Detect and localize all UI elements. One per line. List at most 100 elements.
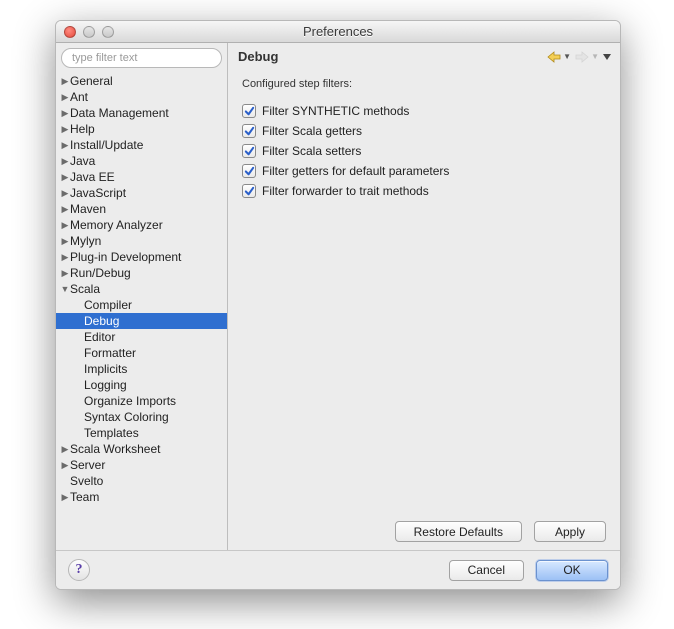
nav-forward-button: ▼ [574,50,600,64]
page-header: Debug ▼ ▼ [228,43,620,68]
disclosure-closed-icon[interactable]: ▶ [60,156,70,167]
split-pane: ▶General▶Ant▶Data Management▶Help▶Instal… [56,43,620,550]
tree-item-label: Implicits [84,362,127,376]
tree-item[interactable]: ▶Plug-in Development [56,249,227,265]
chevron-down-icon: ▼ [591,52,599,61]
disclosure-closed-icon[interactable]: ▶ [60,220,70,231]
minimize-icon[interactable] [83,26,95,38]
disclosure-closed-icon[interactable]: ▶ [60,108,70,119]
local-buttons: Restore Defaults Apply [242,511,606,542]
tree-item[interactable]: ▶Scala Worksheet [56,441,227,457]
tree-item[interactable]: ▶Data Management [56,105,227,121]
ok-button[interactable]: OK [536,560,608,581]
disclosure-closed-icon[interactable]: ▶ [60,76,70,87]
tree-item[interactable]: ▼Scala [56,281,227,297]
tree-item[interactable]: ▶Server [56,457,227,473]
option-row[interactable]: Filter Scala setters [242,144,606,158]
checkbox[interactable] [242,144,256,158]
checkbox[interactable] [242,164,256,178]
tree-item[interactable]: ▶Svelto [56,473,227,489]
tree-item[interactable]: ▶Java [56,153,227,169]
tree-item[interactable]: ▶Run/Debug [56,265,227,281]
option-label: Filter SYNTHETIC methods [262,104,409,118]
tree-item-label: General [70,74,113,88]
tree-item[interactable]: ▶Compiler [56,297,227,313]
tree-item[interactable]: ▶Syntax Coloring [56,409,227,425]
checkbox[interactable] [242,184,256,198]
chevron-down-icon: ▼ [563,52,571,61]
disclosure-closed-icon[interactable]: ▶ [60,140,70,151]
disclosure-closed-icon[interactable]: ▶ [60,492,70,503]
content: ▶General▶Ant▶Data Management▶Help▶Instal… [56,43,620,589]
tree-item-label: Mylyn [70,234,101,248]
option-row[interactable]: Filter Scala getters [242,124,606,138]
tree-item[interactable]: ▶Implicits [56,361,227,377]
checkmark-icon [244,146,255,157]
disclosure-open-icon[interactable]: ▼ [60,284,70,294]
option-row[interactable]: Filter forwarder to trait methods [242,184,606,198]
arrow-right-icon [575,51,589,63]
apply-button[interactable]: Apply [534,521,606,542]
window-title: Preferences [56,24,620,39]
preferences-window: Preferences ▶General▶Ant▶Data Management… [55,20,621,590]
tree-item[interactable]: ▶JavaScript [56,185,227,201]
disclosure-closed-icon[interactable]: ▶ [60,172,70,183]
nav-back-button[interactable]: ▼ [546,50,572,64]
close-icon[interactable] [64,26,76,38]
disclosure-closed-icon[interactable]: ▶ [60,236,70,247]
tree-item[interactable]: ▶Logging [56,377,227,393]
right-panel: Debug ▼ ▼ [228,43,620,550]
view-menu-button[interactable] [602,53,612,61]
main-buttons: Cancel OK [449,560,608,581]
tree-item-label: Java [70,154,95,168]
checkbox[interactable] [242,104,256,118]
checkmark-icon [244,126,255,137]
disclosure-closed-icon[interactable]: ▶ [60,460,70,471]
tree-item[interactable]: ▶Memory Analyzer [56,217,227,233]
option-label: Filter getters for default parameters [262,164,449,178]
tree-item[interactable]: ▶Maven [56,201,227,217]
help-button[interactable]: ? [68,559,90,581]
disclosure-closed-icon[interactable]: ▶ [60,252,70,263]
filter-input[interactable] [61,48,222,68]
disclosure-closed-icon[interactable]: ▶ [60,124,70,135]
checkbox[interactable] [242,124,256,138]
option-label: Filter Scala setters [262,144,361,158]
tree-item[interactable]: ▶Mylyn [56,233,227,249]
tree-item[interactable]: ▶Install/Update [56,137,227,153]
tree-item[interactable]: ▶Organize Imports [56,393,227,409]
tree-item-label: Memory Analyzer [70,218,163,232]
bottom-bar: ? Cancel OK [56,550,620,589]
restore-defaults-button[interactable]: Restore Defaults [395,521,522,542]
tree-item-label: Plug-in Development [70,250,181,264]
tree-item[interactable]: ▶Formatter [56,345,227,361]
option-row[interactable]: Filter getters for default parameters [242,164,606,178]
tree-item-label: JavaScript [70,186,126,200]
tree-item-label: Debug [84,314,119,328]
zoom-icon[interactable] [102,26,114,38]
tree-item[interactable]: ▶General [56,73,227,89]
filter-wrap [56,43,227,73]
tree-item[interactable]: ▶Help [56,121,227,137]
question-icon: ? [76,562,83,578]
tree-item[interactable]: ▶Templates [56,425,227,441]
tree-item[interactable]: ▶Java EE [56,169,227,185]
page-body: Configured step filters: Filter SYNTHETI… [228,68,620,550]
disclosure-closed-icon[interactable]: ▶ [60,444,70,455]
option-row[interactable]: Filter SYNTHETIC methods [242,104,606,118]
disclosure-closed-icon[interactable]: ▶ [60,268,70,279]
tree-item-label: Organize Imports [84,394,176,408]
preferences-tree[interactable]: ▶General▶Ant▶Data Management▶Help▶Instal… [56,73,227,550]
tree-item[interactable]: ▶Editor [56,329,227,345]
tree-item[interactable]: ▶Debug [56,313,227,329]
titlebar: Preferences [56,21,620,43]
disclosure-closed-icon[interactable]: ▶ [60,92,70,103]
disclosure-closed-icon[interactable]: ▶ [60,188,70,199]
option-label: Filter Scala getters [262,124,362,138]
tree-item[interactable]: ▶Team [56,489,227,505]
options-list: Filter SYNTHETIC methods Filter Scala get… [242,104,606,198]
menu-chevron-icon [603,54,611,60]
tree-item[interactable]: ▶Ant [56,89,227,105]
cancel-button[interactable]: Cancel [449,560,524,581]
disclosure-closed-icon[interactable]: ▶ [60,204,70,215]
